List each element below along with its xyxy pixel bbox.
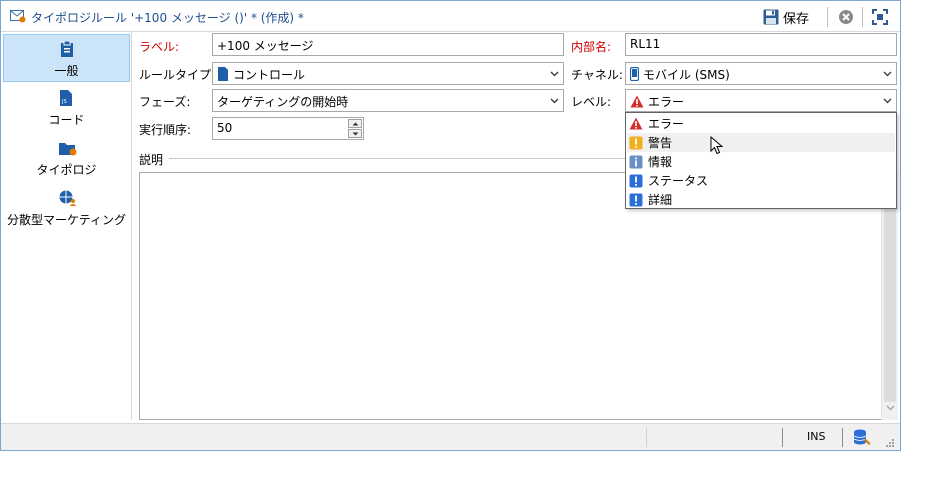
status-bar: INS [1,423,900,450]
js-file-icon [218,67,228,81]
clipboard-icon [61,41,73,57]
level-option-detail[interactable]: 詳細 [627,190,895,209]
globe-user-icon [59,190,77,206]
maximize-icon[interactable] [872,9,888,25]
info-icon [629,155,643,168]
spin-up-icon[interactable] [348,119,362,128]
channel-label: チャネル: [571,68,623,82]
chevron-down-icon[interactable] [546,63,563,84]
rule-type-label: ルールタイプ: [139,68,216,82]
sidebar: 一般 JS コード タイポロジ 分散型マーケティング [1,32,132,420]
toolbar-separator [862,7,863,27]
sidebar-item-typology[interactable]: タイポロジ [3,134,130,182]
phase-label: フェーズ: [139,95,191,109]
chevron-down-icon[interactable] [546,90,563,111]
title-bar: タイポロジルール '+100 メッセージ ()' * (作成) * 保存 [1,1,900,32]
rule-editor-window: タイポロジルール '+100 メッセージ ()' * (作成) * 保存 一般 … [0,0,901,451]
level-option-label: エラー [648,117,685,131]
order-label: 実行順序: [139,123,192,137]
order-spinner[interactable]: 50 [212,117,364,140]
spinner-buttons [348,119,362,138]
rule-type-value: コントロール [233,68,306,82]
warning-icon [629,136,643,149]
level-value: エラー [648,95,685,109]
detail-icon [629,193,643,206]
sidebar-item-label: 一般 [54,64,79,78]
level-option-label: ステータス [648,174,709,188]
level-option-error[interactable]: エラー [627,114,895,133]
internal-name-input[interactable]: RL11 [625,33,897,56]
level-option-status[interactable]: ステータス [627,171,895,190]
chevron-down-icon[interactable] [879,90,896,111]
label-field-label: ラベル: [139,40,180,54]
database-icon[interactable] [853,429,871,447]
mail-rule-icon [10,10,26,23]
error-triangle-icon [630,95,644,108]
phase-value: ターゲティングの開始時 [217,95,349,109]
level-label: レベル: [571,95,612,109]
window-title: タイポロジルール '+100 メッセージ ()' * (作成) * [31,11,304,25]
js-file-icon: JS [60,90,72,106]
insert-mode-indicator: INS [807,430,826,443]
sidebar-item-code[interactable]: JS コード [3,84,130,132]
sidebar-item-general[interactable]: 一般 [3,34,130,82]
sidebar-item-label: コード [48,113,85,127]
error-triangle-icon [629,117,643,130]
level-select[interactable]: エラー [625,89,897,112]
channel-select[interactable]: モバイル (SMS) [625,62,897,85]
level-option-label: 情報 [648,155,673,169]
rule-type-select[interactable]: コントロール [212,62,564,85]
description-scrollbar[interactable] [881,172,898,420]
sidebar-item-label: 分散型マーケティング [6,213,127,227]
mouse-cursor-icon [710,136,724,155]
spin-down-icon[interactable] [348,129,362,138]
cancel-circle-icon[interactable] [838,9,854,25]
scroll-down-icon[interactable] [886,405,895,411]
level-option-label: 警告 [648,136,673,150]
description-textarea[interactable] [139,172,898,420]
internal-name-label: 内部名: [571,40,612,54]
level-option-label: 詳細 [648,193,673,207]
order-value: 50 [217,121,233,135]
svg-text:JS: JS [61,99,67,105]
status-separator [646,428,647,447]
level-option-info[interactable]: 情報 [627,152,895,171]
chevron-down-icon[interactable] [879,63,896,84]
level-dropdown-list: エラー 警告 情報 ステータス 詳細 [625,112,897,209]
mobile-phone-icon [630,67,639,81]
floppy-disk-icon [763,9,779,25]
status-icon [629,174,643,187]
sidebar-item-label: タイポロジ [36,163,97,177]
save-label: 保存 [783,11,810,27]
channel-value: モバイル (SMS) [643,68,730,82]
status-separator [782,428,783,447]
save-button[interactable]: 保存 [763,6,809,28]
sidebar-item-distributed-marketing[interactable]: 分散型マーケティング [3,184,130,232]
description-label: 説明 [139,151,167,168]
resize-grip-icon[interactable] [885,438,895,448]
label-input[interactable]: +100 メッセージ [212,33,564,56]
status-separator [842,428,843,447]
phase-select[interactable]: ターゲティングの開始時 [212,89,564,112]
level-option-warning[interactable]: 警告 [627,133,895,152]
typology-folder-icon [59,143,77,156]
toolbar-separator [827,7,828,27]
